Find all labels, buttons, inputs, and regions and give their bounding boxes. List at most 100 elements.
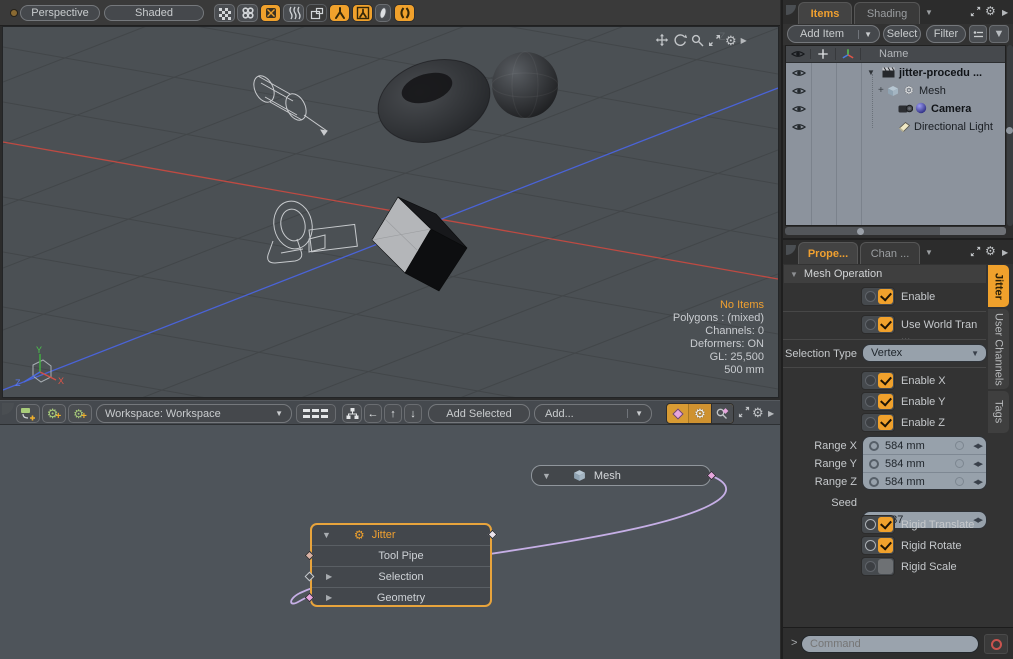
- items-more-icon[interactable]: ▶: [1002, 8, 1008, 17]
- filter-funnel-icon[interactable]: ▼: [989, 25, 1009, 43]
- shade-mode-dropdown[interactable]: Shaded: [104, 5, 204, 21]
- filter-config-icon[interactable]: [969, 25, 987, 43]
- add-gear-circle-icon[interactable]: ⚙ +: [68, 404, 92, 423]
- expand-arrow-icon[interactable]: ▶: [326, 593, 332, 602]
- jitter-row-selection[interactable]: ▶ Selection: [312, 566, 490, 586]
- range-y-field[interactable]: 584 mm ◀▶: [863, 455, 986, 473]
- schematic-gear-icon[interactable]: ⚙: [752, 406, 764, 419]
- item-row-directional-light[interactable]: Directional Light: [786, 118, 1005, 136]
- select-button[interactable]: Select: [883, 25, 921, 43]
- arrow-left-icon[interactable]: ←: [364, 404, 382, 423]
- workspace-dropdown[interactable]: Workspace: Workspace ▼: [96, 404, 292, 423]
- schematic-maximize-icon[interactable]: [738, 406, 750, 418]
- checkerboard-icon[interactable]: [214, 4, 235, 22]
- node-collapse-icon[interactable]: ▼: [322, 530, 331, 540]
- 3d-viewport[interactable]: Y X Z -Z ⚙ ▶ No Items Polygons : (mixed)…: [2, 26, 779, 398]
- name-column-header[interactable]: Name: [861, 48, 908, 60]
- move-column-icon[interactable]: [811, 48, 836, 60]
- spinner-icon[interactable]: ◀▶: [973, 442, 982, 450]
- rigid-scale-checkbox[interactable]: [861, 557, 895, 576]
- add-workspace-icon[interactable]: [16, 404, 40, 423]
- item-row-jitter-scene[interactable]: ▼ jitter-procedu ...: [786, 64, 1005, 82]
- record-macro-button[interactable]: [984, 634, 1008, 654]
- expand-plus-icon[interactable]: +: [878, 85, 884, 96]
- wireframe-object[interactable]: [268, 198, 358, 263]
- panel-corner-widget[interactable]: [786, 5, 796, 15]
- arrow-up-icon[interactable]: ↑: [384, 404, 402, 423]
- pan-icon[interactable]: [655, 33, 669, 47]
- tab-channels[interactable]: Chan ...: [860, 242, 920, 264]
- viewport-gear-icon[interactable]: ⚙: [725, 34, 737, 47]
- enable-checkbox[interactable]: [861, 287, 895, 306]
- tab-overflow-icon[interactable]: ▼: [925, 8, 933, 17]
- selection-type-dropdown[interactable]: Vertex ▼: [862, 344, 987, 362]
- gear-sparkle-toggle[interactable]: ⚙: [688, 404, 710, 423]
- selection-box-icon[interactable]: [260, 4, 281, 22]
- maximize-icon[interactable]: [708, 34, 721, 47]
- mesh-node[interactable]: ▼ Mesh: [531, 465, 711, 486]
- pink-diamond-toggle[interactable]: [667, 404, 688, 423]
- person-icon[interactable]: [329, 4, 350, 22]
- jitter-row-geometry[interactable]: ▶ Geometry: [312, 587, 490, 607]
- layout-grid-icon[interactable]: [296, 404, 336, 423]
- filter-button[interactable]: Filter: [926, 25, 966, 43]
- spinner-icon[interactable]: ◀▶: [973, 478, 982, 486]
- rigid-rotate-checkbox[interactable]: [861, 536, 895, 555]
- items-vertical-scrollbar[interactable]: [1007, 45, 1013, 226]
- zoom-icon[interactable]: [691, 34, 704, 47]
- properties-more-icon[interactable]: ▶: [1002, 248, 1008, 257]
- command-input[interactable]: [801, 635, 979, 653]
- thumb-shape-icon[interactable]: [375, 4, 391, 22]
- viewport-more-icon[interactable]: ▶: [741, 36, 747, 45]
- spinner-icon[interactable]: ◀▶: [973, 516, 982, 524]
- panel-corner-widget[interactable]: [786, 245, 796, 255]
- items-horizontal-scrollbar[interactable]: [785, 227, 1006, 235]
- collapse-icon[interactable]: ▼: [867, 68, 875, 77]
- sphere-mesh[interactable]: [492, 52, 558, 118]
- add-dropdown[interactable]: Add... ▼: [534, 404, 652, 423]
- view-mode-dropdown[interactable]: Perspective: [20, 5, 100, 21]
- scrollbar-knob[interactable]: [1006, 127, 1013, 134]
- item-row-mesh[interactable]: + ⚙ Mesh: [786, 82, 1005, 100]
- wireframe-cylinder[interactable]: [250, 72, 327, 135]
- schematic-canvas[interactable]: ▼ Mesh ▼ ⚙ Jitter Tool Pipe ▶: [0, 425, 780, 659]
- tab-shading[interactable]: Shading: [854, 2, 920, 24]
- four-dots-icon[interactable]: [237, 4, 258, 22]
- schematic-more-icon[interactable]: ▶: [768, 409, 774, 418]
- waves-icon[interactable]: [283, 4, 304, 22]
- scrollbar-knob[interactable]: [857, 228, 864, 235]
- jitter-node[interactable]: ▼ ⚙ Jitter Tool Pipe ▶ Selection ▶ Geome…: [310, 523, 492, 607]
- person-in-box-icon[interactable]: [352, 4, 373, 22]
- add-selected-button[interactable]: Add Selected: [428, 404, 530, 423]
- jitter-node-header[interactable]: ▼ ⚙ Jitter: [312, 525, 490, 545]
- rotate-icon[interactable]: [673, 33, 687, 47]
- tab-items[interactable]: Items: [798, 2, 852, 24]
- torus-mesh[interactable]: [368, 47, 500, 155]
- arrow-down-icon[interactable]: ↓: [404, 404, 422, 423]
- use-world-checkbox[interactable]: [861, 315, 895, 334]
- section-collapse-icon[interactable]: ▼: [790, 270, 798, 279]
- properties-gear-icon[interactable]: ⚙: [985, 245, 996, 257]
- range-x-field[interactable]: 584 mm ◀▶: [863, 437, 986, 455]
- range-z-field[interactable]: 584 mm ◀▶: [863, 473, 986, 490]
- axis-column-icon[interactable]: [836, 48, 861, 60]
- side-tab-tags[interactable]: Tags: [988, 391, 1009, 433]
- thumb-widget-icon[interactable]: [10, 9, 18, 17]
- enable-z-checkbox[interactable]: [861, 413, 895, 432]
- tab-properties[interactable]: Prope...: [798, 242, 858, 264]
- mesh-operation-header[interactable]: ▼ Mesh Operation: [784, 265, 986, 283]
- tab-overflow-icon[interactable]: ▼: [925, 248, 933, 257]
- tree-view-icon[interactable]: [342, 404, 362, 423]
- jitter-row-toolpipe[interactable]: Tool Pipe: [312, 545, 490, 565]
- items-maximize-icon[interactable]: [970, 6, 981, 17]
- add-gear-icon[interactable]: ⚙ +: [42, 404, 66, 423]
- side-tab-jitter[interactable]: Jitter: [988, 265, 1009, 307]
- enable-x-checkbox[interactable]: [861, 371, 895, 390]
- eye-column-icon[interactable]: [786, 49, 811, 59]
- node-collapse-icon[interactable]: ▼: [542, 471, 551, 481]
- enable-y-checkbox[interactable]: [861, 392, 895, 411]
- items-gear-icon[interactable]: ⚙: [985, 5, 996, 17]
- properties-maximize-icon[interactable]: [970, 246, 981, 257]
- spinner-icon[interactable]: ◀▶: [973, 460, 982, 468]
- rigid-translate-checkbox[interactable]: [861, 515, 895, 534]
